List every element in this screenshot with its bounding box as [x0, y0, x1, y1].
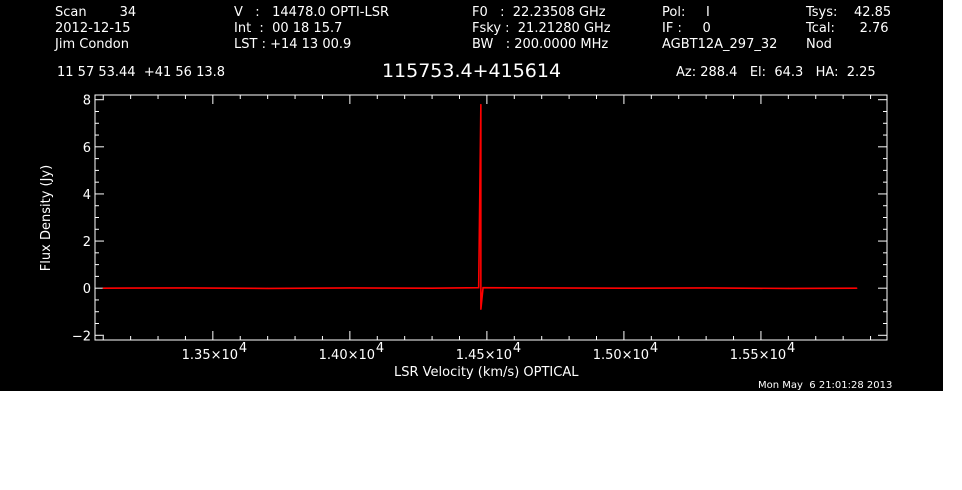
- spectrum-point: [623, 287, 625, 289]
- spectrum-point: [478, 287, 480, 289]
- y-tick-label: 6: [83, 141, 91, 156]
- x-tick-label: 1.55×10: [730, 348, 786, 363]
- x-tick-exponent: 4: [376, 341, 384, 356]
- y-tick-label: 2: [83, 235, 91, 250]
- spectrum-point: [705, 287, 707, 289]
- x-tick-exponent: 4: [787, 341, 795, 356]
- plot-timestamp: Mon May 6 21:01:28 2013: [758, 380, 893, 391]
- spectrum-point: [267, 287, 269, 290]
- x-tick-exponent: 4: [239, 341, 247, 356]
- spectrum-point: [541, 287, 543, 289]
- x-tick-label: 1.50×10: [593, 348, 649, 363]
- y-axis-title: Flux Density (Jy): [39, 164, 54, 272]
- x-tick-label: 1.40×10: [319, 348, 375, 363]
- spectrum-point: [480, 308, 482, 310]
- x-tick-exponent: 4: [650, 341, 658, 356]
- spectrum-line: [103, 104, 857, 310]
- plot-frame: [94, 94, 888, 341]
- spectrum-point: [787, 287, 789, 290]
- x-tick-label: 1.45×10: [456, 348, 512, 363]
- y-tick-label: 0: [83, 282, 91, 297]
- x-tick-label: 1.35×10: [182, 348, 238, 363]
- y-tick-label: −2: [72, 329, 91, 344]
- spectrum-panel: Scan 34 2012-12-15 Jim Condon V : 14478.…: [0, 0, 943, 391]
- spectrum-point: [482, 287, 484, 289]
- spectrum-point: [184, 287, 187, 289]
- spectrum-plot: 1.35×10 4 1.40×10 4 1.45×10 4 1.50×10 4 1.55×10 4…: [72, 94, 888, 363]
- spectrum-point: [856, 287, 858, 289]
- spectrum-point: [349, 287, 351, 289]
- spectrum-point: [431, 287, 433, 289]
- y-tick-label: 4: [83, 188, 91, 203]
- spectrum-point: [480, 103, 482, 106]
- y-tick-label: 8: [83, 94, 91, 109]
- spectrum-point: [102, 287, 104, 289]
- x-tick-exponent: 4: [513, 341, 521, 356]
- x-axis-title: LSR Velocity (km/s) OPTICAL: [394, 365, 579, 380]
